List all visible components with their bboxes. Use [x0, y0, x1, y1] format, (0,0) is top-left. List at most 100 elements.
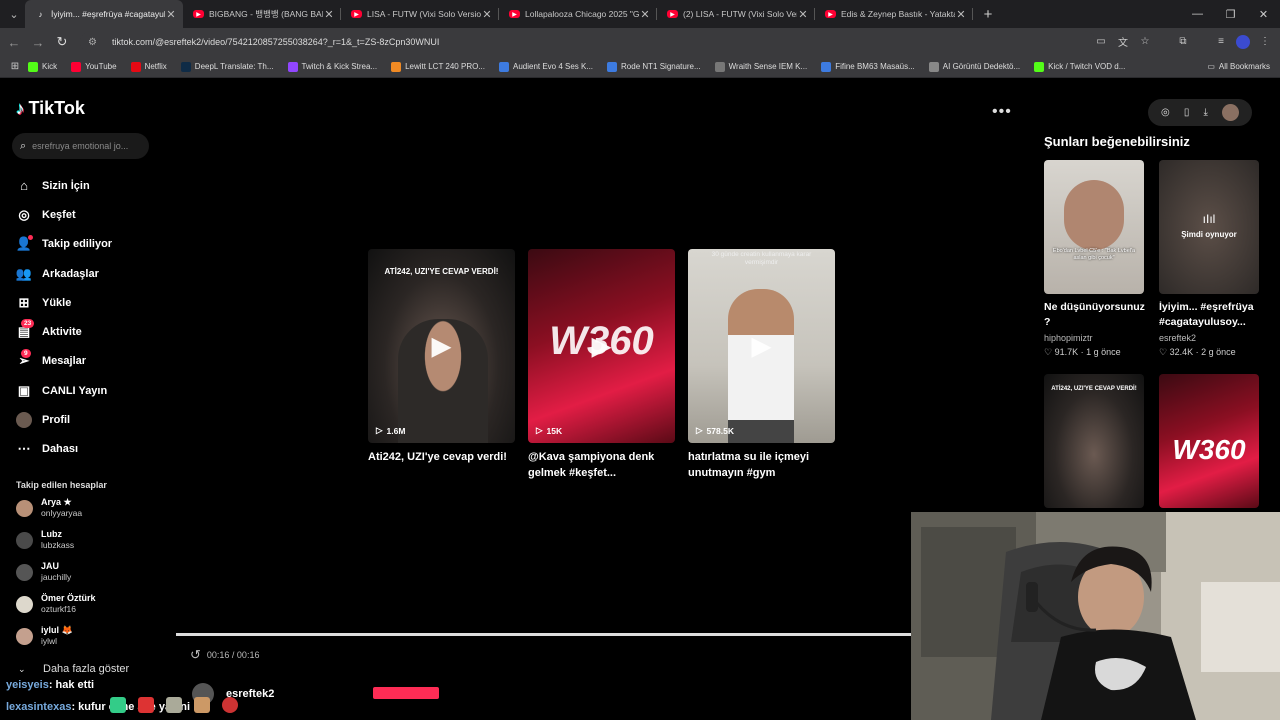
bookmark-item[interactable]: Audient Evo 4 Ses K...	[498, 61, 593, 72]
sidebar-item-5[interactable]: ⊞ Yükle	[14, 288, 112, 317]
video-title[interactable]: @Kava şampiyona denk gelmek #keşfet...	[528, 449, 688, 481]
sidebar-item-1[interactable]: ⌂ Sizin İçin	[14, 171, 112, 200]
suggestion-user[interactable]: esreftek2	[1159, 333, 1196, 343]
download-icon[interactable]: ⤓	[1203, 107, 1207, 118]
star-icon[interactable]: ☆	[1136, 32, 1154, 50]
following-heading: Takip edilen hesaplar	[16, 480, 107, 490]
suggestion-title[interactable]: İyiyim... #eşrefrüya #cagatayulusoy...	[1159, 300, 1263, 330]
more-options-icon[interactable]: •••	[992, 103, 1012, 121]
following-account[interactable]: iylul 🦊 iylwl	[16, 625, 73, 647]
sidebar-item-6[interactable]: ▤ 23 Aktivite	[14, 317, 112, 346]
video-card[interactable]: W360 ▶ ▷ 15K	[528, 249, 675, 443]
bookmark-item[interactable]: Kick	[28, 61, 57, 72]
video-card[interactable]: ATİ242, UZI'YE CEVAP VERDİ! ▶ ▷ 1.6M	[368, 249, 515, 443]
following-account[interactable]: Ömer Öztürk ozturkf16	[16, 593, 96, 615]
progress-bar[interactable]	[176, 633, 912, 636]
translate-icon[interactable]: 文	[1114, 32, 1132, 50]
app-icon[interactable]	[138, 697, 154, 713]
play-icon: ▶	[431, 330, 452, 361]
show-more-button[interactable]: ⌄ Daha fazla göster	[18, 663, 129, 675]
bookmark-item[interactable]: YouTube	[71, 61, 117, 72]
address-bar[interactable]: ⚙ tiktok.com/@esreftek2/video/7542120857…	[80, 31, 1096, 53]
apps-icon[interactable]: ⊞	[2, 61, 28, 72]
following-account[interactable]: JAU jauchilly	[16, 561, 71, 583]
like-count: 91.7K	[1054, 347, 1079, 357]
sidebar-item-2[interactable]: ◎ Keşfet	[14, 200, 112, 229]
tab-5[interactable]: ▶ (2) LISA - FUTW (Vixi Solo Versi ✕	[657, 0, 815, 28]
tab-2[interactable]: ▶ BIGBANG - 뱅뱅뱅 (BANG BAN ✕	[183, 0, 341, 28]
bookmark-item[interactable]: AI Görüntü Dedektö...	[928, 61, 1020, 72]
suggestion-thumbnail[interactable]: Ebo'dan Lvbel C5'e : "Bak Lvbel'a aslan …	[1044, 160, 1144, 294]
account-text: Lubz lubzkass	[41, 529, 74, 551]
suggestion-thumbnail[interactable]: ATİ242, UZI'YE CEVAP VERDİ!	[1044, 374, 1144, 508]
suggestion-thumbnail[interactable]: ıIıl Şimdi oynuyor	[1159, 160, 1259, 294]
tiktok-logo[interactable]: ♪ TikTok	[16, 98, 85, 119]
tab-6[interactable]: ▶ Edis & Zeynep Bastık - Yatakta ✕	[815, 0, 973, 28]
video-title[interactable]: Ati242, UZI'ye cevap verdi!	[368, 449, 528, 465]
media-icon[interactable]: ≡	[1212, 32, 1230, 50]
suggestion-title[interactable]: Ne düşünüyorsunuz ?	[1044, 300, 1148, 330]
close-tab-icon[interactable]: ✕	[955, 8, 967, 21]
post-age: 1 g önce	[1086, 347, 1121, 357]
sidebar-item-7[interactable]: ➢ 9 Mesajlar	[14, 347, 112, 376]
sidebar-item-4[interactable]: 👥 Arkadaşlar	[14, 259, 112, 288]
app-icon[interactable]	[110, 697, 126, 713]
cast-icon[interactable]: ▭	[1092, 32, 1110, 50]
video-card[interactable]: 30 günde creatin kullanmaya karar vermiş…	[688, 249, 835, 443]
profile-icon[interactable]	[1234, 32, 1252, 50]
coins-icon[interactable]: ◎	[1161, 107, 1170, 118]
avatar[interactable]	[1221, 104, 1239, 121]
forward-icon[interactable]: →	[26, 35, 50, 50]
back-icon[interactable]: ←	[2, 35, 26, 50]
all-bookmarks-button[interactable]: ▭ All Bookmarks	[1207, 62, 1270, 71]
bookmark-icon	[180, 61, 191, 72]
sidebar-item-label: Sizin İçin	[42, 179, 90, 192]
app-icon[interactable]	[166, 697, 182, 713]
device-icon[interactable]: ▯	[1184, 107, 1190, 118]
bookmark-item[interactable]: Netflix	[130, 61, 167, 72]
reload-icon[interactable]: ↻	[50, 34, 74, 50]
sidebar-item-10[interactable]: ⋯ Dahası	[14, 435, 112, 464]
sidebar-item-8[interactable]: ▣ CANLI Yayın	[14, 376, 112, 405]
app-icon[interactable]	[194, 697, 210, 713]
close-window-icon[interactable]: ✕	[1247, 0, 1280, 28]
search-input[interactable]: ⌕ esrefruya emotional jo...	[12, 133, 149, 159]
bookmark-item[interactable]: Rode NT1 Signature...	[607, 61, 701, 72]
logo-text: TikTok	[28, 98, 85, 118]
bookmark-item[interactable]: Kick / Twitch VOD d...	[1034, 61, 1125, 72]
site-info-icon[interactable]: ⚙	[88, 37, 102, 48]
app-icon[interactable]	[222, 697, 238, 713]
sidebar-item-9[interactable]: Profil	[14, 405, 112, 434]
close-tab-icon[interactable]: ✕	[165, 8, 177, 21]
sidebar-item-3[interactable]: 👤 Takip ediliyor	[14, 230, 112, 259]
suggestion-user[interactable]: hiphopimiztr	[1044, 333, 1093, 343]
menu-icon[interactable]: ⋮	[1256, 32, 1274, 50]
url-text[interactable]: tiktok.com/@esreftek2/video/754212085725…	[112, 37, 439, 47]
bookmark-item[interactable]: Twitch & Kick Strea...	[287, 61, 377, 72]
follow-button[interactable]	[373, 687, 439, 699]
suggestion-thumbnail[interactable]: W360	[1159, 374, 1259, 508]
replay-icon[interactable]: ↺	[190, 647, 201, 663]
tab-title: Lollapalooza Chicago 2025 "Ga	[525, 9, 639, 19]
following-account[interactable]: Lubz lubzkass	[16, 529, 74, 551]
bookmark-item[interactable]: Fifine BM63 Masaüs...	[821, 61, 915, 72]
minimize-icon[interactable]: —	[1181, 0, 1214, 28]
bookmark-item[interactable]: DeepL Translate: Th...	[180, 61, 274, 72]
close-tab-icon[interactable]: ✕	[797, 8, 809, 21]
tab-3[interactable]: ▶ LISA - FUTW (Vixi Solo Version) ✕	[341, 0, 499, 28]
bookmark-item[interactable]: Lewitt LCT 240 PRO...	[391, 61, 485, 72]
tab-4[interactable]: ▶ Lollapalooza Chicago 2025 "Ga ✕	[499, 0, 657, 28]
restore-icon[interactable]: ❐	[1214, 0, 1247, 28]
tab-title: İyiyim... #eşrefrüya #cagatayulu	[51, 9, 165, 19]
close-tab-icon[interactable]: ✕	[481, 8, 493, 21]
tab-search-button[interactable]: ⌄	[3, 4, 25, 24]
screen: { "browser": { "tabs": [ {"title": "İyiy…	[0, 0, 1280, 720]
video-title[interactable]: hatırlatma su ile içmeyi unutmayın #gym	[688, 449, 848, 481]
following-account[interactable]: Arya ★ onlyyaryaa	[16, 497, 82, 519]
close-tab-icon[interactable]: ✕	[639, 8, 651, 21]
extensions-icon[interactable]: ⧉	[1174, 32, 1192, 50]
close-tab-icon[interactable]: ✕	[323, 8, 335, 21]
new-tab-button[interactable]: +	[977, 6, 999, 23]
tab-1[interactable]: ♪ İyiyim... #eşrefrüya #cagatayulu ✕	[25, 0, 183, 28]
bookmark-item[interactable]: Wraith Sense IEM K...	[714, 61, 807, 72]
